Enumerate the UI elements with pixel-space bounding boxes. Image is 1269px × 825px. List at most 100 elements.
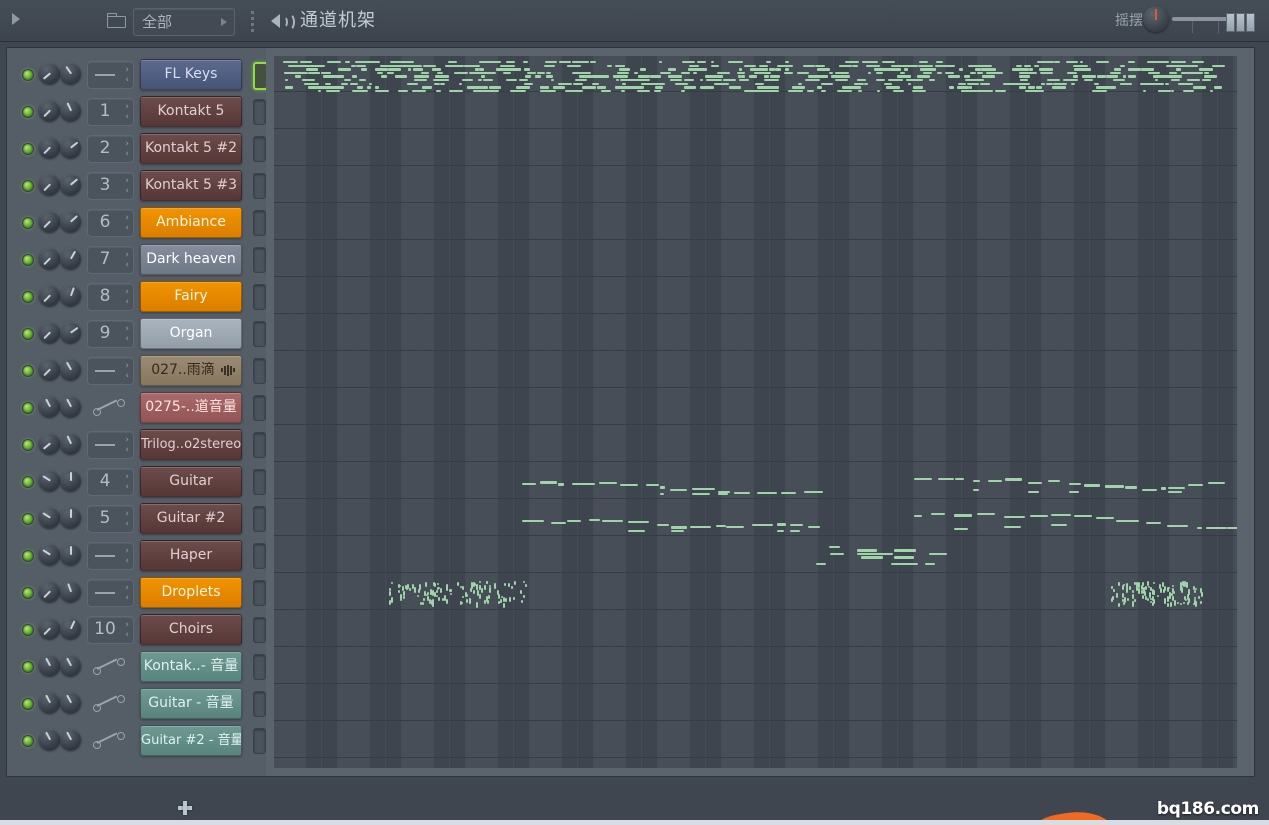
automation-clip-icon[interactable] <box>93 399 127 416</box>
channel-enable-led[interactable] <box>22 254 34 266</box>
channel-enable-led[interactable] <box>22 217 34 229</box>
channel-row[interactable]: › ‹ FL Keys <box>7 55 268 92</box>
stepper-down-icon[interactable]: ‹ <box>125 187 129 196</box>
channel-enable-led[interactable] <box>22 624 34 636</box>
mixer-bars-icon[interactable] <box>1226 13 1256 32</box>
channel-pan-knob[interactable] <box>60 211 81 232</box>
channel-name-button[interactable]: Guitar - 音量 <box>140 688 242 719</box>
channel-name-button[interactable]: Kontakt 5 #2 <box>140 133 242 164</box>
stepper-up-icon[interactable]: › <box>125 473 129 482</box>
channel-name-button[interactable]: 0275-..道音量 <box>140 392 242 423</box>
stepper-up-icon[interactable]: › <box>125 584 129 593</box>
note-clip[interactable] <box>522 507 821 533</box>
stepper-up-icon[interactable]: › <box>125 103 129 112</box>
channel-mixer-track-number[interactable]: 10 › ‹ <box>87 616 134 644</box>
swing-slider[interactable] <box>1172 17 1232 33</box>
channel-volume-knob[interactable] <box>39 359 60 380</box>
channel-enable-led[interactable] <box>22 513 34 525</box>
channel-row[interactable]: 9 › ‹ Organ <box>7 314 266 351</box>
filter-dropdown[interactable]: 全部 <box>133 8 235 36</box>
channel-pan-knob[interactable] <box>60 507 81 528</box>
channel-volume-knob[interactable] <box>39 433 60 454</box>
channel-pan-knob[interactable] <box>60 581 81 602</box>
channel-row[interactable]: 5 › ‹ Guitar #2 <box>7 499 266 536</box>
channel-name-button[interactable]: Haper <box>140 540 242 571</box>
channel-row[interactable]: 7 › ‹ Dark heaven <box>7 240 266 277</box>
channel-enable-led[interactable] <box>22 106 34 118</box>
channel-name-button[interactable]: Ambiance <box>140 207 242 238</box>
channel-row[interactable]: 10 › ‹ Choirs <box>7 610 266 647</box>
channel-volume-knob[interactable] <box>39 507 60 528</box>
channel-name-button[interactable]: Guitar #2 <box>140 503 242 534</box>
channel-enable-led[interactable] <box>22 402 34 414</box>
automation-clip-icon[interactable] <box>93 732 127 749</box>
channel-name-button[interactable]: Kontakt 5 #3 <box>140 170 242 201</box>
channel-volume-knob[interactable] <box>39 137 60 158</box>
channel-select-bar[interactable] <box>253 543 266 569</box>
channel-row[interactable]: › ‹ Trilog..o2stereo <box>7 425 266 462</box>
channel-pan-knob[interactable] <box>60 692 81 713</box>
channel-select-bar[interactable] <box>253 99 266 125</box>
channel-pan-knob[interactable] <box>60 544 81 565</box>
channel-row[interactable]: › ‹ Droplets <box>7 573 266 610</box>
channel-enable-led[interactable] <box>22 69 34 81</box>
stepper-down-icon[interactable]: ‹ <box>125 372 129 381</box>
channel-enable-led[interactable] <box>22 698 34 710</box>
channel-volume-knob[interactable] <box>39 470 60 491</box>
channel-enable-led[interactable] <box>22 735 34 747</box>
channel-mixer-track-number[interactable]: 9 › ‹ <box>87 320 134 348</box>
channel-select-bar[interactable] <box>253 617 266 643</box>
drag-handle[interactable] <box>251 11 254 32</box>
channel-select-bar[interactable] <box>253 469 266 495</box>
channel-volume-knob[interactable] <box>39 544 60 565</box>
channel-row[interactable]: Guitar - 音量 <box>7 684 266 721</box>
stepper-up-icon[interactable]: › <box>125 547 129 556</box>
channel-volume-knob[interactable] <box>39 285 60 306</box>
channel-name-button[interactable]: Organ <box>140 318 242 349</box>
channel-pan-knob[interactable] <box>60 618 81 639</box>
stepper-down-icon[interactable]: ‹ <box>125 113 129 122</box>
stepper-up-icon[interactable]: › <box>125 177 129 186</box>
swing-knob[interactable] <box>1143 6 1169 32</box>
channel-row[interactable]: 3 › ‹ Kontakt 5 #3 <box>7 166 266 203</box>
channel-mixer-track-number[interactable]: 5 › ‹ <box>87 505 134 533</box>
stepper-down-icon[interactable]: ‹ <box>125 446 129 455</box>
channel-pan-knob[interactable] <box>60 63 81 84</box>
note-clip[interactable] <box>282 61 1230 95</box>
stepper-up-icon[interactable]: › <box>125 436 129 445</box>
channel-mixer-track-number[interactable]: › ‹ <box>87 61 134 89</box>
channel-pan-knob[interactable] <box>60 100 81 121</box>
channel-select-bar[interactable] <box>253 728 266 754</box>
channel-mixer-track-number[interactable]: 7 › ‹ <box>87 246 134 274</box>
channel-select-bar[interactable] <box>253 358 266 384</box>
stepper-down-icon[interactable]: ‹ <box>125 483 129 492</box>
stepper-up-icon[interactable]: › <box>125 362 129 371</box>
channel-enable-led[interactable] <box>22 180 34 192</box>
channel-pan-knob[interactable] <box>60 322 81 343</box>
channel-select-bar[interactable] <box>253 395 266 421</box>
channel-name-button[interactable]: Trilog..o2stereo <box>140 429 242 460</box>
channel-mixer-track-number[interactable]: › ‹ <box>87 431 134 459</box>
note-clip[interactable] <box>522 470 824 496</box>
channel-pan-knob[interactable] <box>60 433 81 454</box>
channel-select-bar[interactable] <box>253 136 266 162</box>
channel-select-bar[interactable] <box>253 210 266 236</box>
channel-mixer-track-number[interactable]: 6 › ‹ <box>87 209 134 237</box>
channel-enable-led[interactable] <box>22 143 34 155</box>
channel-mixer-track-number[interactable]: 1 › ‹ <box>87 98 134 126</box>
channel-mixer-track-number[interactable]: 8 › ‹ <box>87 283 134 311</box>
stepper-down-icon[interactable]: ‹ <box>125 520 129 529</box>
stepper-up-icon[interactable]: › <box>125 288 129 297</box>
channel-volume-knob[interactable] <box>39 692 60 713</box>
channel-pan-knob[interactable] <box>60 655 81 676</box>
channel-volume-knob[interactable] <box>39 174 60 195</box>
channel-row[interactable]: 8 › ‹ Fairy <box>7 277 266 314</box>
channel-row[interactable]: › ‹ Haper <box>7 536 266 573</box>
channel-volume-knob[interactable] <box>39 581 60 602</box>
channel-name-button[interactable]: Droplets <box>140 577 242 608</box>
channel-select-bar[interactable] <box>253 580 266 606</box>
channel-row[interactable]: 4 › ‹ Guitar <box>7 462 266 499</box>
channel-row[interactable]: 2 › ‹ Kontakt 5 #2 <box>7 129 266 166</box>
channel-volume-knob[interactable] <box>39 618 60 639</box>
automation-clip-icon[interactable] <box>93 695 127 712</box>
